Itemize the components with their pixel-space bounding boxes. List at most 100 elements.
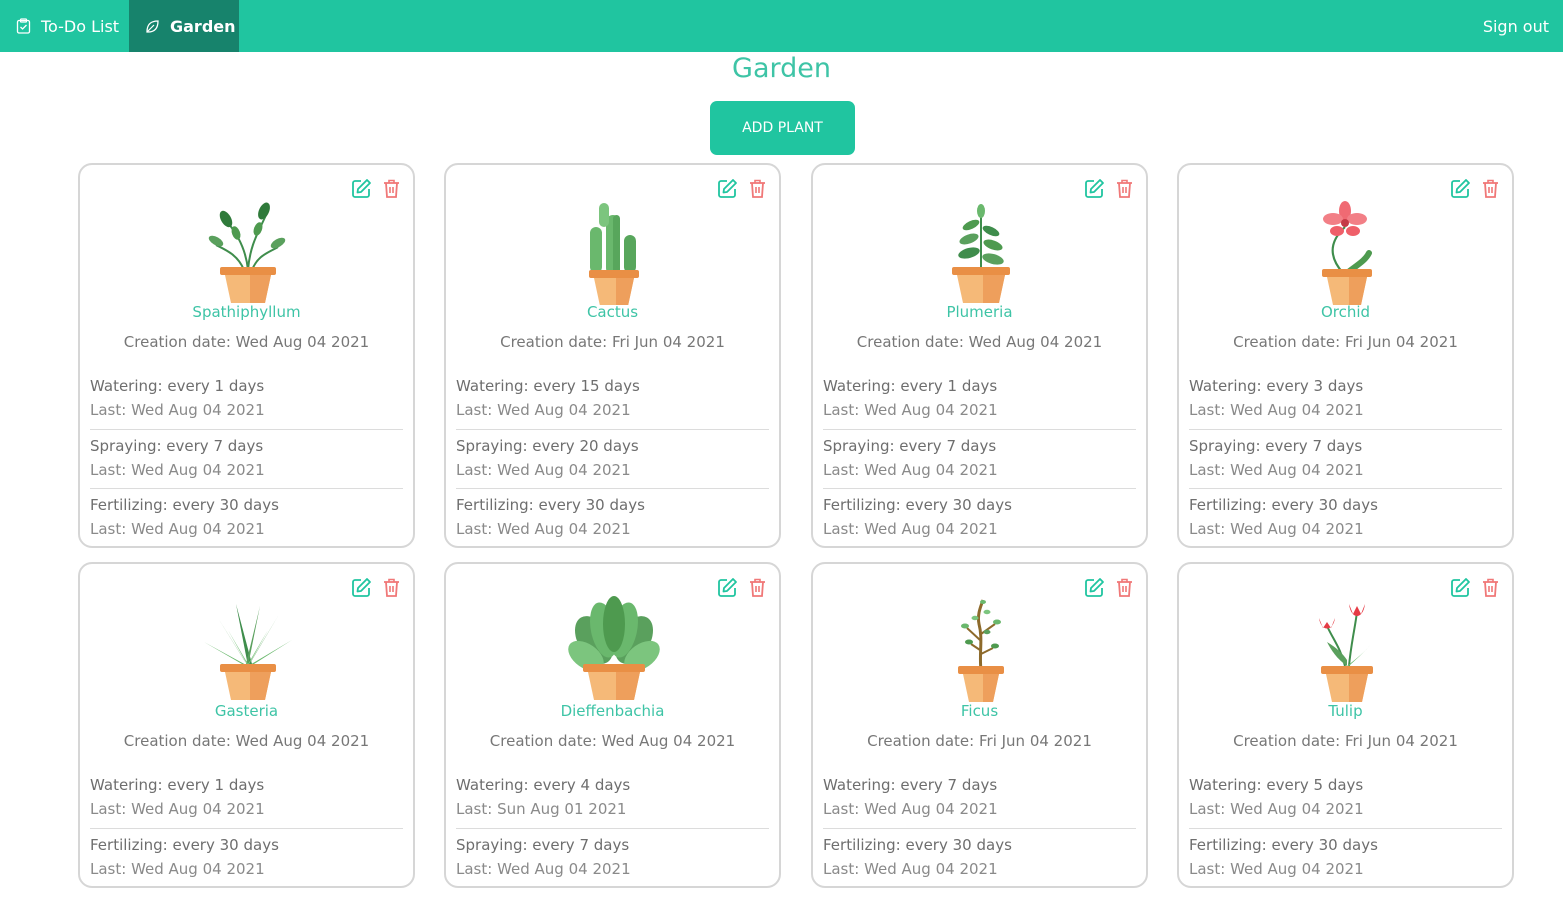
trash-icon[interactable] (381, 577, 402, 598)
plant-cactus-icon (589, 203, 639, 305)
task-last-date: Last: Wed Aug 04 2021 (456, 520, 631, 538)
task-last-date: Last: Wed Aug 04 2021 (1189, 520, 1364, 538)
plant-name[interactable]: Dieffenbachia (446, 702, 779, 720)
card-actions (1084, 577, 1135, 598)
care-task: Spraying: every 7 days Last: Wed Aug 04 … (823, 429, 1136, 488)
care-tasks: Watering: every 7 days Last: Wed Aug 04 … (823, 769, 1136, 887)
trash-icon[interactable] (1114, 178, 1135, 199)
task-schedule: Watering: every 1 days (90, 377, 265, 395)
task-schedule: Fertilizing: every 30 days (823, 836, 1012, 854)
task-last-date: Last: Wed Aug 04 2021 (1189, 800, 1364, 818)
task-schedule: Spraying: every 7 days (823, 437, 997, 455)
task-schedule: Watering: every 1 days (823, 377, 998, 395)
task-last-date: Last: Wed Aug 04 2021 (823, 401, 998, 419)
task-schedule: Fertilizing: every 30 days (90, 496, 279, 514)
task-schedule: Fertilizing: every 30 days (1189, 836, 1378, 854)
creation-date: Creation date: Wed Aug 04 2021 (123, 732, 370, 750)
plant-card: Ficus Creation date: Fri Jun 04 2021 Wat… (811, 562, 1148, 888)
plant-ficus-icon (958, 599, 1004, 702)
trash-icon[interactable] (1480, 178, 1501, 199)
creation-date: Creation date: Fri Jun 04 2021 (867, 732, 1092, 750)
task-schedule: Watering: every 3 days (1189, 377, 1364, 395)
card-actions (351, 577, 402, 598)
clipboard-check-icon (16, 18, 31, 34)
task-schedule: Fertilizing: every 30 days (90, 836, 279, 854)
add-plant-button[interactable]: ADD PLANT (710, 101, 855, 155)
trash-icon[interactable] (747, 178, 768, 199)
task-schedule: Spraying: every 7 days (456, 836, 630, 854)
task-schedule: Fertilizing: every 30 days (823, 496, 1012, 514)
plant-name[interactable]: Tulip (1179, 702, 1512, 720)
care-task: Fertilizing: every 30 days Last: Wed Aug… (1189, 488, 1502, 547)
care-tasks: Watering: every 1 days Last: Wed Aug 04 … (823, 370, 1136, 547)
task-last-date: Last: Wed Aug 04 2021 (90, 860, 265, 878)
edit-icon[interactable] (1450, 577, 1471, 598)
plant-card: Orchid Creation date: Fri Jun 04 2021 Wa… (1177, 163, 1514, 548)
sign-out-link[interactable]: Sign out (1483, 0, 1549, 52)
task-schedule: Fertilizing: every 30 days (456, 496, 645, 514)
edit-icon[interactable] (717, 577, 738, 598)
edit-icon[interactable] (1084, 178, 1105, 199)
task-last-date: Last: Wed Aug 04 2021 (823, 860, 998, 878)
task-schedule: Spraying: every 20 days (456, 437, 639, 455)
plant-card: Cactus Creation date: Fri Jun 04 2021 Wa… (444, 163, 781, 548)
care-tasks: Watering: every 5 days Last: Wed Aug 04 … (1189, 769, 1502, 887)
plant-tulip-icon (1319, 604, 1373, 702)
plant-name[interactable]: Spathiphyllum (80, 303, 413, 321)
nav-todo-label: To-Do List (41, 16, 120, 36)
care-tasks: Watering: every 15 days Last: Wed Aug 04… (456, 370, 769, 547)
task-last-date: Last: Wed Aug 04 2021 (456, 461, 631, 479)
nav-garden[interactable]: Garden (129, 0, 239, 52)
care-task: Watering: every 7 days Last: Wed Aug 04 … (823, 769, 1136, 828)
edit-icon[interactable] (1084, 577, 1105, 598)
care-task: Fertilizing: every 30 days Last: Wed Aug… (823, 828, 1136, 887)
task-last-date: Last: Wed Aug 04 2021 (1189, 860, 1364, 878)
edit-icon[interactable] (351, 178, 372, 199)
page-title: Garden (732, 53, 831, 84)
task-schedule: Watering: every 1 days (90, 776, 265, 794)
plant-name[interactable]: Cactus (446, 303, 779, 321)
trash-icon[interactable] (381, 178, 402, 199)
plant-card: Spathiphyllum Creation date: Wed Aug 04 … (78, 163, 415, 548)
task-schedule: Watering: every 15 days (456, 377, 640, 395)
plant-plumeria-icon (952, 204, 1010, 303)
task-schedule: Fertilizing: every 30 days (1189, 496, 1378, 514)
task-last-date: Last: Wed Aug 04 2021 (90, 520, 265, 538)
task-schedule: Spraying: every 7 days (90, 437, 264, 455)
task-last-date: Last: Wed Aug 04 2021 (823, 520, 998, 538)
care-task: Spraying: every 7 days Last: Wed Aug 04 … (90, 429, 403, 488)
plant-name[interactable]: Orchid (1179, 303, 1512, 321)
task-schedule: Watering: every 7 days (823, 776, 998, 794)
task-schedule: Spraying: every 7 days (1189, 437, 1363, 455)
task-last-date: Last: Wed Aug 04 2021 (456, 401, 631, 419)
plant-name[interactable]: Ficus (813, 702, 1146, 720)
nav-garden-label: Garden (170, 16, 236, 36)
task-last-date: Last: Wed Aug 04 2021 (823, 800, 998, 818)
plant-name[interactable]: Gasteria (80, 702, 413, 720)
task-last-date: Last: Wed Aug 04 2021 (90, 401, 265, 419)
edit-icon[interactable] (717, 178, 738, 199)
trash-icon[interactable] (747, 577, 768, 598)
plant-dieffenbachia-icon (568, 596, 660, 700)
edit-icon[interactable] (1450, 178, 1471, 199)
creation-date: Creation date: Fri Jun 04 2021 (1233, 333, 1458, 351)
plant-spathiphyllum-icon (208, 202, 286, 303)
trash-icon[interactable] (1114, 577, 1135, 598)
care-tasks: Watering: every 3 days Last: Wed Aug 04 … (1189, 370, 1502, 547)
task-last-date: Last: Wed Aug 04 2021 (823, 461, 998, 479)
plant-gasteria-icon (204, 604, 292, 700)
task-last-date: Last: Wed Aug 04 2021 (90, 800, 265, 818)
care-tasks: Watering: every 4 days Last: Sun Aug 01 … (456, 769, 769, 887)
plant-name[interactable]: Plumeria (813, 303, 1146, 321)
edit-icon[interactable] (351, 577, 372, 598)
nav-todo-list[interactable]: To-Do List (0, 0, 129, 52)
care-task: Watering: every 1 days Last: Wed Aug 04 … (90, 370, 403, 429)
trash-icon[interactable] (1480, 577, 1501, 598)
care-task: Fertilizing: every 30 days Last: Wed Aug… (90, 828, 403, 887)
care-task: Fertilizing: every 30 days Last: Wed Aug… (1189, 828, 1502, 887)
card-actions (1084, 178, 1135, 199)
care-task: Fertilizing: every 30 days Last: Wed Aug… (823, 488, 1136, 547)
plant-card: Dieffenbachia Creation date: Wed Aug 04 … (444, 562, 781, 888)
care-tasks: Watering: every 1 days Last: Wed Aug 04 … (90, 370, 403, 547)
task-schedule: Watering: every 5 days (1189, 776, 1364, 794)
